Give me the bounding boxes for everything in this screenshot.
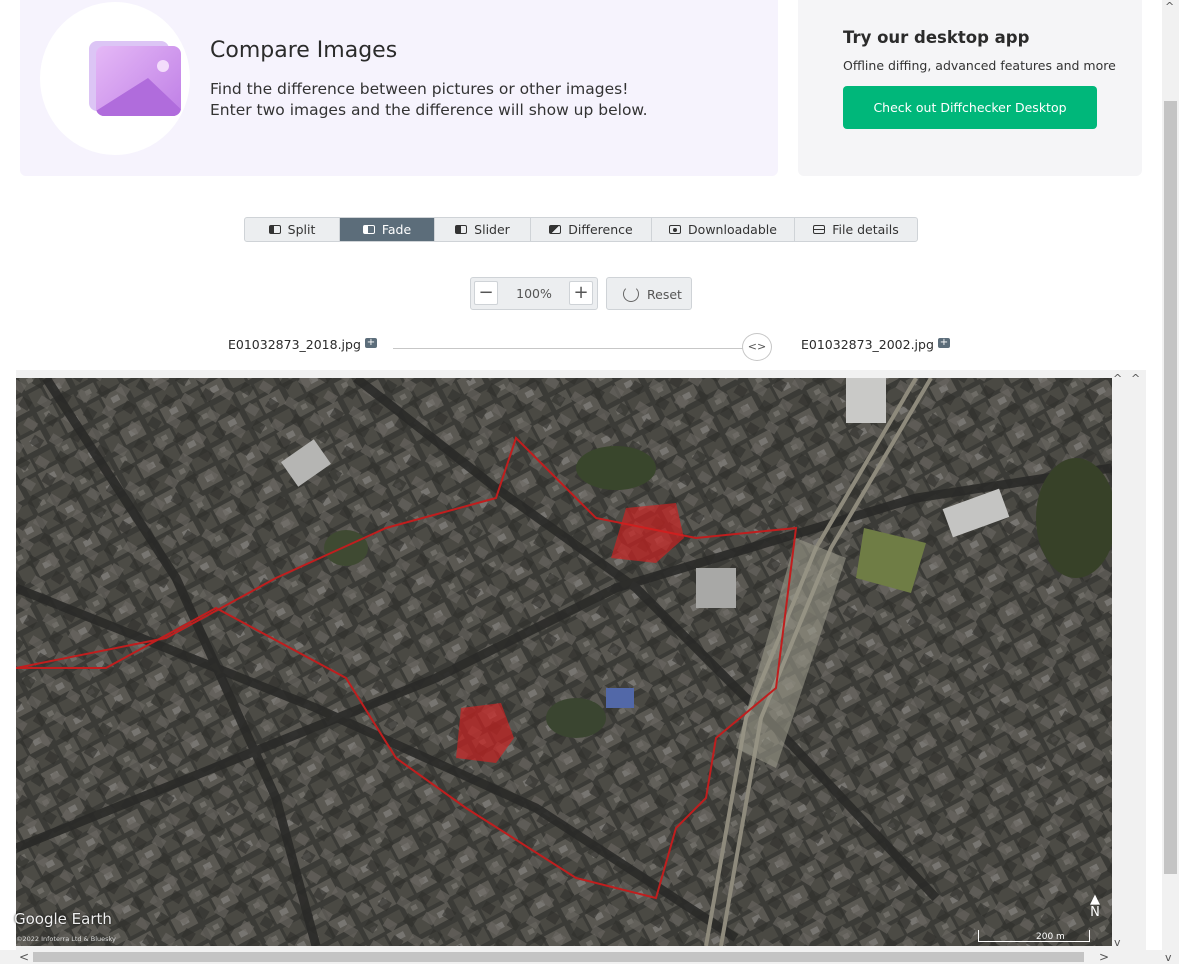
viewport-scroll-down-arrow[interactable]: v [1114,936,1121,949]
page: Compare Images Find the difference betwe… [0,0,1179,964]
viewport-scroll-up-arrow[interactable]: ^ [1113,372,1122,385]
north-arrow-icon: ▲ N [1090,892,1100,920]
viewport-scroll-up-arrow[interactable]: ^ [1131,372,1140,385]
download-icon [669,225,682,234]
scale-label: 200 m [1036,932,1065,942]
zoom-out-button[interactable]: − [474,281,498,305]
tab-slider[interactable]: Slider [435,218,531,241]
add-file-icon[interactable]: + [364,337,377,348]
view-mode-tabs: Split Fade Slider Difference Downloadabl… [244,217,918,242]
zoom-control: − 100% + [470,277,598,310]
page-title: Compare Images [210,38,398,63]
scroll-right-arrow[interactable]: > [1099,950,1109,964]
tab-difference[interactable]: Difference [531,218,652,241]
desktop-app-button[interactable]: Check out Diffchecker Desktop [843,86,1097,129]
slider-icon [455,225,468,234]
horizontal-scrollbar-thumb[interactable] [33,952,1084,962]
tab-split[interactable]: Split [245,218,340,241]
right-file-name: E01032873_2002.jpg + [801,336,950,352]
fade-slider-handle[interactable]: <> [742,333,772,361]
compare-images-banner: Compare Images Find the difference betwe… [20,0,778,176]
image-icon [40,2,190,155]
satellite-image [16,378,1112,946]
fade-icon [362,225,375,234]
left-file-name: E01032873_2018.jpg + [228,336,377,352]
scroll-up-arrow[interactable]: ^ [1165,0,1174,13]
scroll-left-arrow[interactable]: < [19,950,29,964]
desktop-promo-subtitle: Offline diffing, advanced features and m… [843,58,1116,73]
zoom-level: 100% [516,286,552,301]
scale-bar [978,930,1090,942]
google-earth-watermark: Google Earth [14,910,112,928]
reset-icon [623,286,639,302]
desktop-app-promo: Try our desktop app Offline diffing, adv… [798,0,1142,176]
reset-button[interactable]: Reset [606,277,692,310]
file-details-icon [813,225,826,234]
imagery-copyright: ©2022 Infoterra Ltd & Bluesky [16,935,116,943]
split-icon [268,225,281,234]
scroll-down-arrow[interactable]: v [1165,951,1172,964]
fade-slider-track[interactable] [393,348,757,349]
tab-downloadable[interactable]: Downloadable [652,218,795,241]
add-file-icon[interactable]: + [937,337,950,348]
desktop-promo-title: Try our desktop app [843,28,1030,47]
tab-file-details[interactable]: File details [795,218,917,241]
zoom-in-button[interactable]: + [569,281,593,305]
vertical-scrollbar-thumb[interactable] [1164,101,1177,874]
satellite-image-render [16,378,1112,946]
difference-icon [549,225,562,234]
page-description: Find the difference between pictures or … [210,80,648,119]
tab-fade[interactable]: Fade [340,218,435,241]
